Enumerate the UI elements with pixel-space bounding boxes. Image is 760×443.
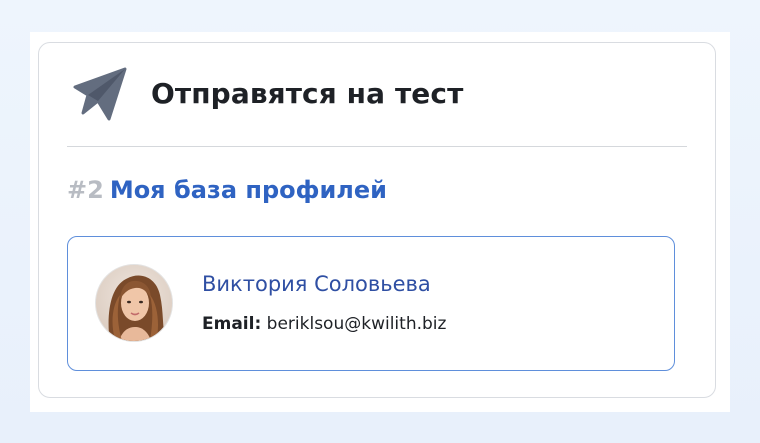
- base-name-link[interactable]: Моя база профилей: [110, 176, 387, 204]
- base-number: #2: [67, 176, 104, 204]
- card-title: Отправятся на тест: [151, 77, 464, 110]
- avatar-photo: [96, 265, 172, 341]
- send-icon: [73, 67, 127, 121]
- card-header: Отправятся на тест: [39, 43, 715, 147]
- header-divider: [67, 146, 687, 147]
- profile-base-heading: #2 Моя база профилей: [67, 175, 387, 205]
- test-recipients-card: Отправятся на тест #2Моя база профилей: [38, 42, 716, 398]
- profile-card[interactable]: Виктория Соловьева Email: beriklsou@kwil…: [67, 236, 675, 371]
- email-value: beriklsou@kwilith.biz: [266, 314, 447, 334]
- profile-email-row: Email: beriklsou@kwilith.biz: [202, 313, 446, 335]
- panel-background: Отправятся на тест #2Моя база профилей: [30, 32, 730, 412]
- email-label: Email:: [202, 314, 262, 334]
- profile-name[interactable]: Виктория Соловьева: [202, 270, 431, 298]
- avatar: [95, 264, 173, 342]
